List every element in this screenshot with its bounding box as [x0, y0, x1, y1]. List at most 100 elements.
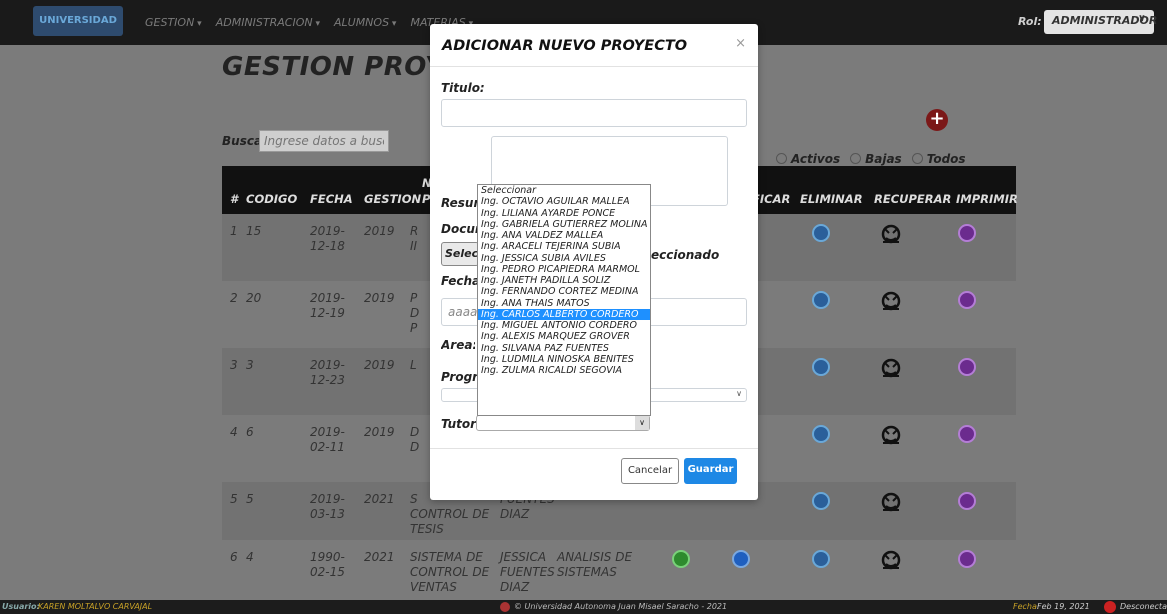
row-code: 4: [246, 550, 254, 564]
recover-icon[interactable]: [880, 358, 902, 378]
recover-icon[interactable]: [880, 492, 902, 512]
row-num: 6: [230, 550, 238, 564]
tutor-option[interactable]: Ing. ANA VALDEZ MALLEA: [478, 230, 650, 241]
delete-icon[interactable]: [812, 492, 830, 510]
area-label: Area:: [441, 338, 475, 352]
print-icon[interactable]: [958, 550, 976, 568]
user-label: Usuario:: [2, 602, 40, 611]
row-num: 5: [230, 492, 238, 506]
tutor-label: Tutor:: [441, 417, 481, 431]
row-num: 1: [230, 224, 238, 238]
tutor-option[interactable]: Ing. CARLOS ALBERTO CORDERO: [478, 308, 650, 320]
current-date: Feb 19, 2021: [1037, 602, 1090, 611]
tutor-option[interactable]: Ing. LILIANA AYARDE PONCE: [478, 208, 650, 219]
modal-footer-divider: [430, 448, 758, 449]
role-select[interactable]: ADMINISTRADOR: [1044, 10, 1157, 34]
print-icon[interactable]: [958, 224, 976, 242]
row-name: SISTEMA DE CONTROL DE VENTAS: [410, 550, 490, 594]
delete-icon[interactable]: [812, 550, 830, 568]
col-recuperar: RECUPERAR: [874, 192, 952, 206]
copyright: © Universidad Autonoma Juan Misael Sarac…: [514, 602, 728, 611]
filter-todos-radio[interactable]: Todos: [912, 152, 966, 166]
tutor-option[interactable]: Ing. ALEXIS MARQUEZ GROVER: [478, 331, 650, 342]
recover-icon[interactable]: [880, 550, 902, 570]
print-icon[interactable]: [958, 492, 976, 510]
row-name: R II: [410, 224, 419, 253]
tutor-select[interactable]: ∨: [476, 415, 650, 431]
row-num: 4: [230, 425, 238, 439]
tutor-option[interactable]: Ing. ZULMA RICALDI SEGOVIA: [478, 365, 650, 376]
university-logo[interactable]: UNIVERSIDAD: [33, 6, 123, 36]
row-code: 6: [246, 425, 254, 439]
col-eliminar: ELIMINAR: [800, 192, 863, 206]
titulo-input[interactable]: [441, 99, 747, 127]
footer: Usuario: KAREN MOLTALVO CARVAJAL © Unive…: [0, 600, 1167, 614]
col-codigo: CODIGO: [246, 192, 298, 206]
tutor-option[interactable]: Ing. OCTAVIO AGUILAR MALLEA: [478, 196, 650, 207]
delete-icon[interactable]: [812, 291, 830, 309]
save-button[interactable]: Guardar: [684, 458, 737, 484]
row-date: 2019- 02-11: [310, 425, 345, 454]
recover-icon[interactable]: [880, 291, 902, 311]
filter-activos-radio[interactable]: Activos: [776, 152, 840, 166]
menu-alumnos[interactable]: ALUMNOS: [334, 16, 396, 29]
row-code: 3: [246, 358, 254, 372]
modal-title: ADICIONAR NUEVO PROYECTO: [442, 38, 688, 54]
tutor-option[interactable]: Ing. ARACELI TEJERINA SUBIA: [478, 241, 650, 252]
row-gestion: 2019: [364, 425, 395, 439]
activate-icon[interactable]: [672, 550, 690, 568]
row-num: 3: [230, 358, 238, 372]
main-menu: GESTION ADMINISTRACION ALUMNOS MATERIAS: [145, 0, 473, 45]
edit-icon[interactable]: [732, 550, 750, 568]
cancel-button[interactable]: Cancelar: [621, 458, 679, 484]
chevron-down-icon: ∨: [736, 389, 742, 398]
row-name: P D P: [410, 291, 420, 335]
delete-icon[interactable]: [812, 358, 830, 376]
print-icon[interactable]: [958, 291, 976, 309]
tutor-option[interactable]: Ing. JESSICA SUBIA AVILES: [478, 253, 650, 264]
tutor-option[interactable]: Ing. ANA THAIS MATOS: [478, 298, 650, 309]
modal-header-divider: [430, 66, 758, 67]
role-label: Rol:: [1018, 15, 1042, 28]
search-input[interactable]: [259, 130, 389, 152]
titulo-label: Titulo:: [441, 81, 485, 95]
col-imprimir: IMPRIMIR: [956, 192, 1018, 206]
row-gestion: 2019: [364, 358, 395, 372]
select-file-button[interactable]: Seleccionar: [441, 242, 479, 266]
menu-gestion[interactable]: GESTION: [145, 16, 202, 29]
status-filters: Activos Bajas Todos: [776, 152, 966, 166]
row-code: 20: [246, 291, 262, 305]
menu-administracion[interactable]: ADMINISTRACION: [216, 16, 320, 29]
row-num: 2: [230, 291, 238, 305]
table-row: 6 4 1990- 02-15 2021 SISTEMA DE CONTROL DE V…: [222, 540, 1016, 600]
row-date: 2019- 12-19: [310, 291, 345, 320]
delete-icon[interactable]: [812, 425, 830, 443]
tutor-option[interactable]: Ing. PEDRO PICAPIEDRA MARMOL: [478, 264, 650, 275]
recover-icon[interactable]: [880, 224, 902, 244]
tutor-option[interactable]: Ing. FERNANDO CORTEZ MEDINA: [478, 286, 650, 297]
file-status-text: eccionado: [651, 248, 720, 262]
dropdown-placeholder-option[interactable]: Seleccionar: [478, 185, 650, 196]
logout-icon[interactable]: [1104, 601, 1116, 613]
delete-icon[interactable]: [812, 224, 830, 242]
tutor-option[interactable]: Ing. GABRIELA GUTIERREZ MOLINA: [478, 219, 650, 230]
tutor-option[interactable]: Ing. SILVANA PAZ FUENTES: [478, 343, 650, 354]
close-icon[interactable]: ×: [735, 36, 746, 51]
print-icon[interactable]: [958, 358, 976, 376]
fecha-label: Fecha:: [441, 274, 477, 288]
tutor-dropdown-list: Seleccionar Ing. OCTAVIO AGUILAR MALLEA In…: [477, 184, 651, 416]
print-icon[interactable]: [958, 425, 976, 443]
filter-bajas-radio[interactable]: Bajas: [850, 152, 902, 166]
row-area: ANALISIS DE SISTEMAS: [557, 550, 633, 579]
row-gestion: 2019: [364, 291, 395, 305]
col-fecha: FECHA: [310, 192, 353, 206]
tutor-option[interactable]: Ing. JANETH PADILLA SOLIZ: [478, 275, 650, 286]
tutor-option[interactable]: Ing. LUDMILA NINOSKA BENITES: [478, 354, 650, 365]
recover-icon[interactable]: [880, 425, 902, 445]
row-code: 15: [246, 224, 262, 238]
row-author: JESSICA FUENTES DIAZ: [500, 550, 555, 594]
tutor-option[interactable]: Ing. MIGUEL ANTONIO CORDERO: [478, 320, 650, 331]
add-project-icon[interactable]: +: [926, 109, 948, 131]
logout-link[interactable]: Desconectar: [1120, 600, 1167, 614]
programa-label: Programa:: [441, 370, 477, 384]
